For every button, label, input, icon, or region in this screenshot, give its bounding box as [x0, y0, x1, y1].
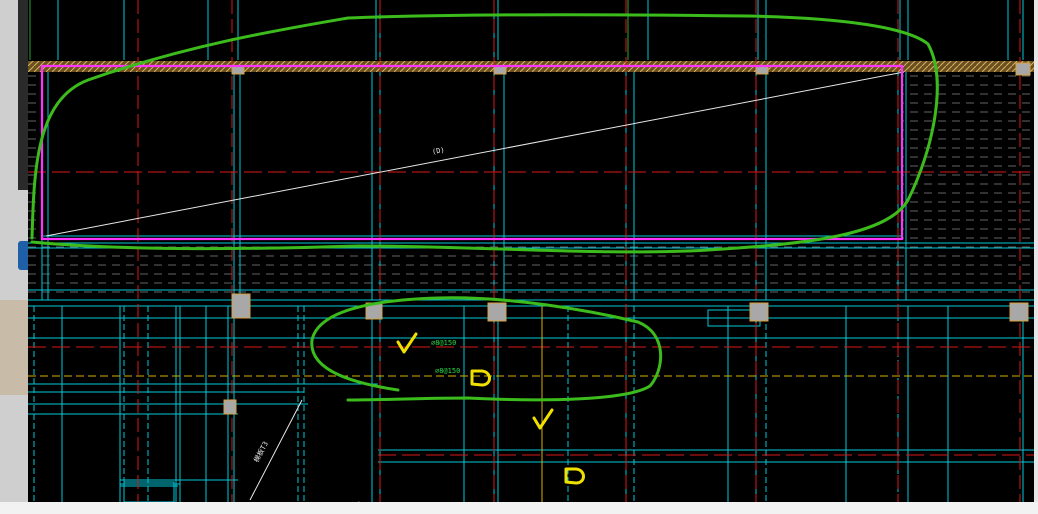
column	[749, 302, 769, 322]
circle-mark	[564, 467, 585, 485]
circle-mark	[470, 369, 491, 387]
column	[487, 302, 507, 322]
rebar-label-1: ⌀8@150	[431, 339, 457, 347]
column	[231, 293, 251, 319]
floor-dot-hatch-layer	[28, 66, 1034, 295]
column	[223, 399, 237, 415]
slab-interior-fill	[42, 66, 902, 242]
side-panel-tab-button[interactable]	[18, 241, 28, 270]
plan-box	[119, 413, 181, 485]
column	[1009, 302, 1029, 322]
cad-viewport[interactable]: (D) ⌀8@150 ⌀8@150 梯板T3	[28, 0, 1034, 502]
rebar-label-2: ⌀8@150	[435, 367, 461, 375]
right-scrollbar-strip[interactable]	[1034, 0, 1038, 514]
left-toolbar-dark	[18, 0, 28, 190]
check-mark	[532, 408, 554, 430]
cad-drawing-canvas[interactable]	[28, 0, 1034, 502]
plan-box-small	[123, 481, 175, 502]
column	[755, 65, 769, 75]
left-panel-preview	[0, 300, 28, 395]
column	[231, 65, 245, 75]
bottom-status-strip	[0, 502, 1038, 514]
column	[493, 65, 507, 75]
column	[1015, 62, 1031, 76]
check-mark	[396, 332, 418, 354]
